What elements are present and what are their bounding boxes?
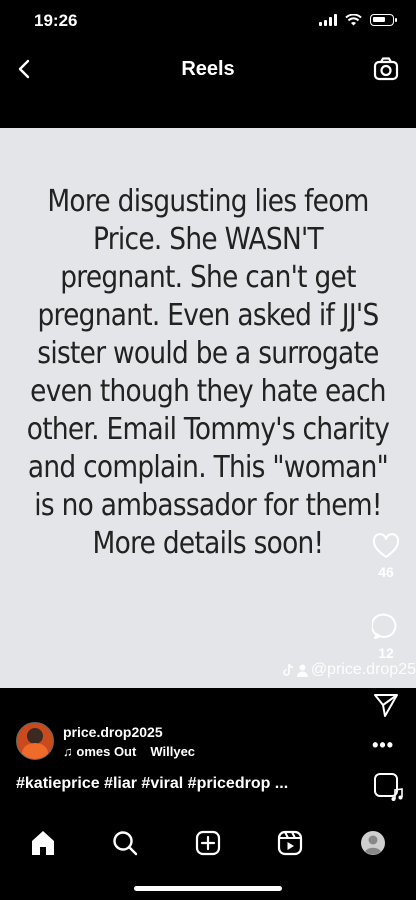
battery-icon [370, 14, 397, 26]
post-author[interactable]: price.drop2025 ♫ omes Out Willyec [16, 722, 195, 760]
search-icon[interactable] [110, 828, 140, 858]
signal-icon [319, 14, 337, 26]
create-icon[interactable] [193, 828, 223, 858]
home-indicator[interactable] [134, 886, 282, 891]
share-icon[interactable] [372, 692, 400, 718]
audio-thumbnail[interactable] [374, 773, 403, 801]
person-icon [296, 664, 308, 677]
more-icon[interactable]: ••• [372, 735, 394, 756]
camera-icon[interactable] [372, 55, 400, 83]
like-count: 46 [378, 564, 394, 580]
watermark-handle: @price.drop25 [310, 661, 416, 678]
heart-icon[interactable] [372, 533, 400, 559]
status-bar: 19:26 [0, 0, 416, 44]
top-nav: Reels [0, 44, 416, 96]
reel-text-line: and complain. This "woman" [27, 450, 389, 485]
reel-text-line: is no ambassador for them! [34, 488, 382, 523]
reel-text-line: sister would be a surrogate [37, 336, 379, 371]
reel-text-line: other. Email Tommy's charity [26, 412, 390, 447]
home-icon[interactable] [28, 828, 58, 858]
status-time: 19:26 [34, 11, 78, 30]
status-icons [319, 14, 397, 26]
reel-text: More disgusting lies feom Price. She WAS… [25, 183, 391, 563]
reel-text-line: Price. She WASN'T [93, 222, 324, 257]
reel-text-line: even though they hate each [30, 374, 386, 409]
tiktok-watermark: @price.drop25 [282, 661, 416, 679]
reel-text-line: pregnant. Even asked if JJ'S [37, 298, 379, 333]
reel-text-line: pregnant. She can't get [60, 260, 356, 295]
page-title: Reels [181, 58, 235, 80]
reel-text-line: More details soon! [92, 526, 325, 561]
comment-button[interactable]: 12 [370, 612, 400, 661]
reel-text-line: More disgusting lies feom [47, 184, 369, 219]
caption[interactable]: #katieprice #liar #viral #pricedrop ... [16, 775, 288, 793]
reel-video[interactable]: More disgusting lies feom Price. She WAS… [0, 128, 416, 688]
share-button[interactable] [372, 692, 400, 723]
avatar[interactable] [16, 722, 54, 760]
like-button[interactable]: 46 [372, 533, 400, 580]
tiktok-logo-icon [282, 663, 294, 676]
music-title: omes Out [76, 743, 137, 759]
reels-icon[interactable] [275, 828, 305, 858]
profile-icon[interactable] [358, 828, 388, 858]
music-note-icon [391, 788, 403, 801]
wifi-icon [345, 14, 362, 26]
username[interactable]: price.drop2025 [63, 724, 195, 740]
music-artist: Willyec [150, 743, 196, 759]
comment-icon[interactable] [370, 612, 400, 640]
comment-count: 12 [378, 645, 394, 661]
music-ticker[interactable]: ♫ omes Out Willyec [63, 744, 195, 759]
music-note-icon: ♫ [63, 743, 73, 759]
